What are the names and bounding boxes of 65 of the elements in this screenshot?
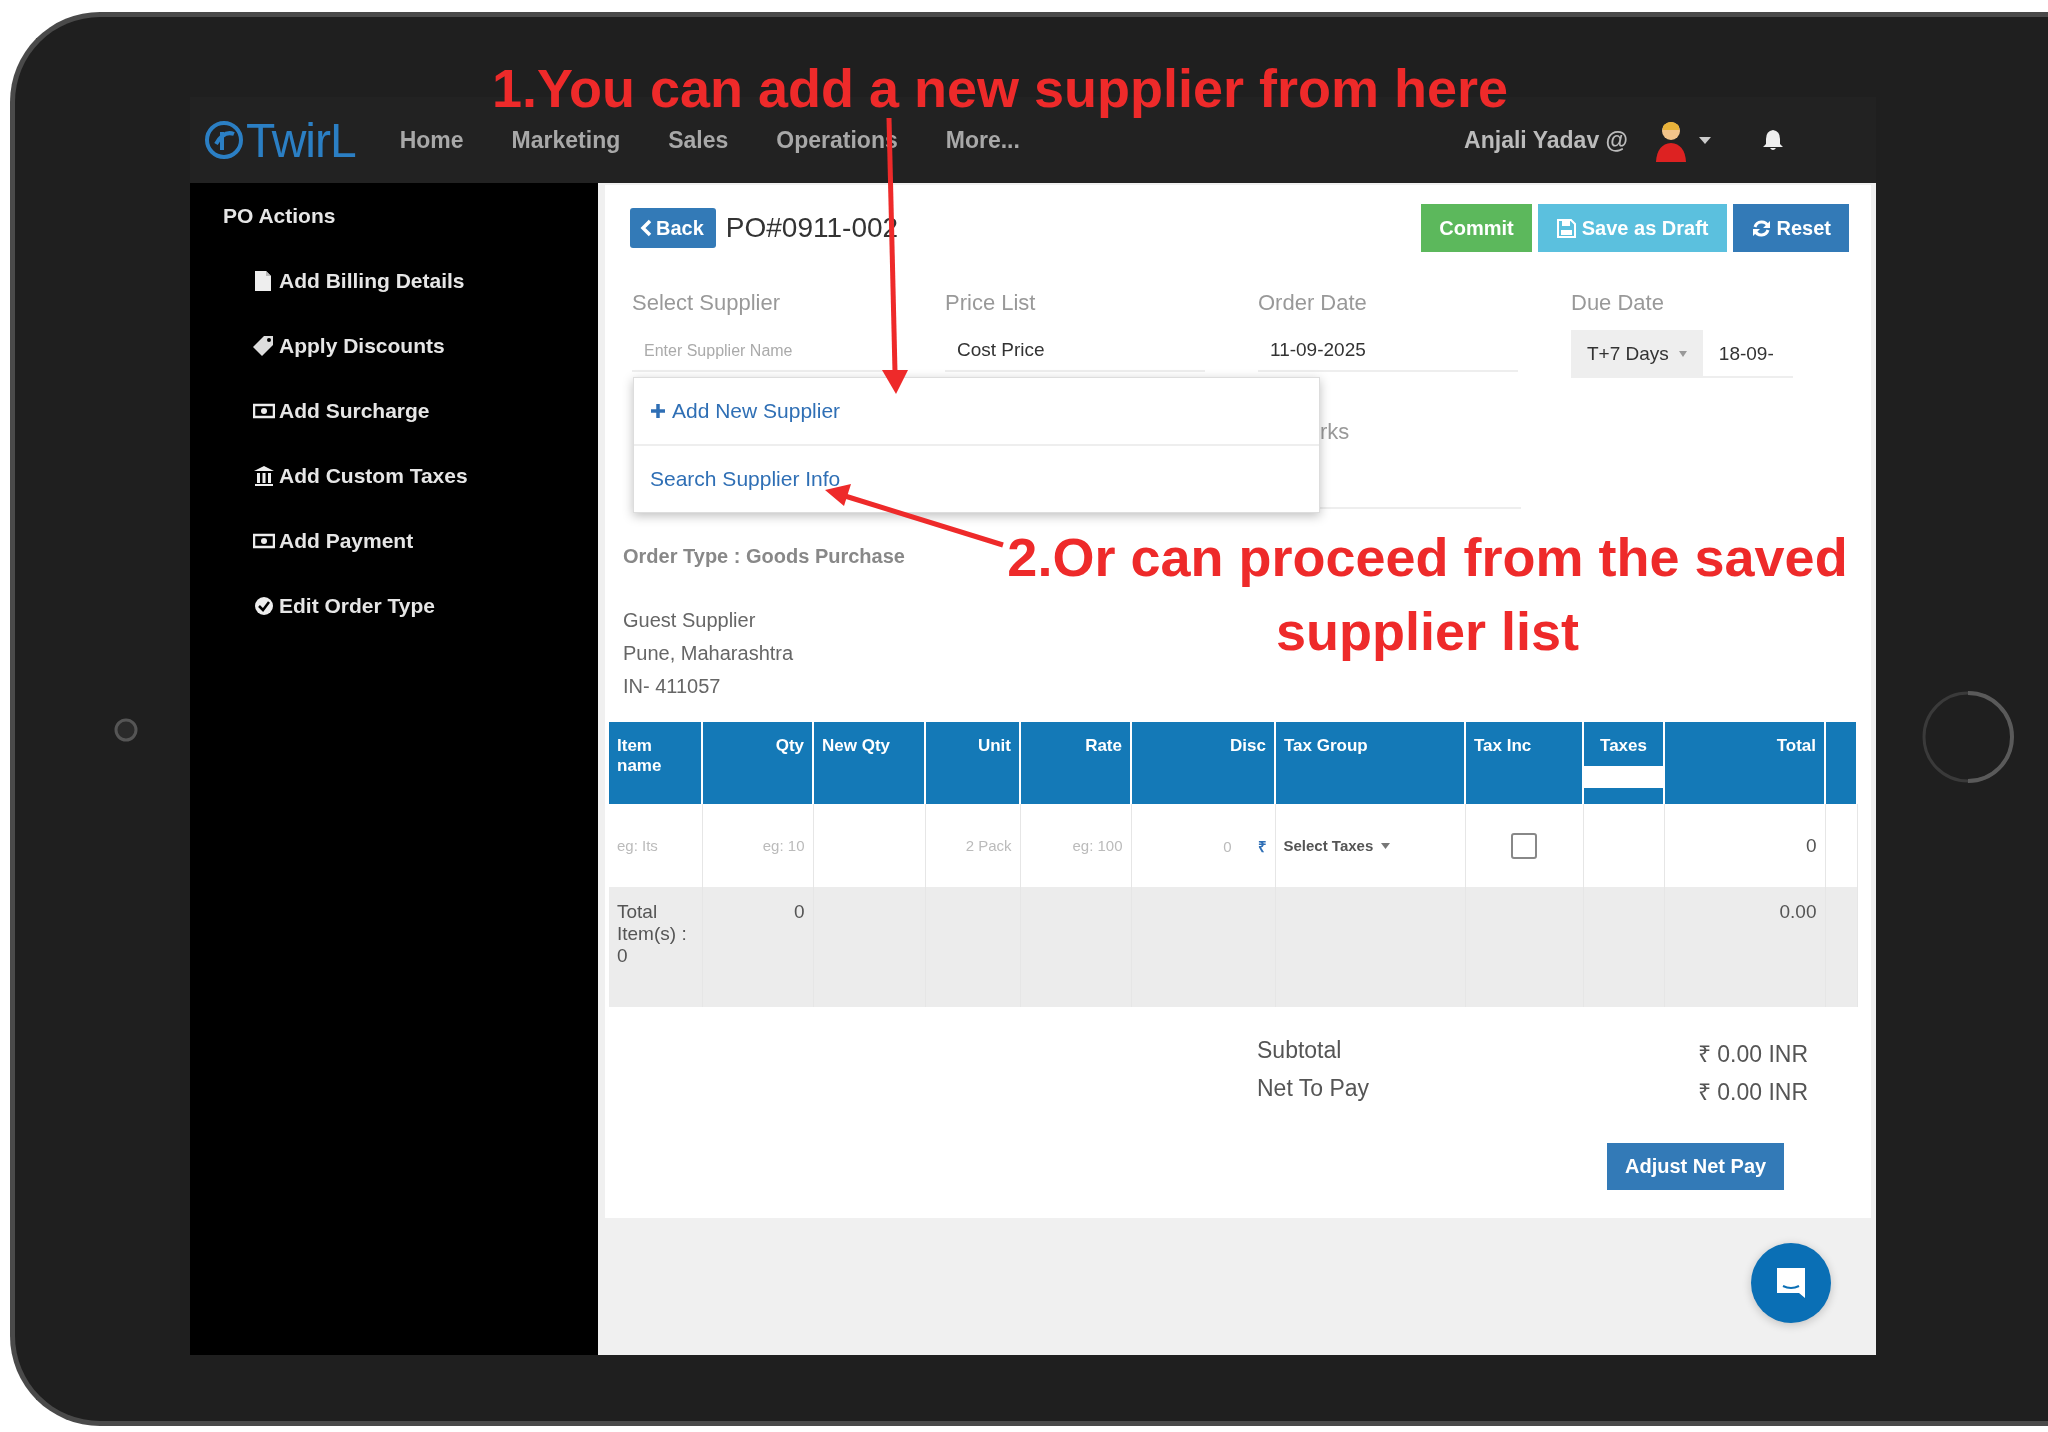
reset-button[interactable]: Reset [1732, 204, 1849, 252]
summary-value: ₹ 0.00 INR [1697, 1078, 1808, 1107]
bell-icon[interactable] [1762, 128, 1784, 152]
tag-icon [253, 334, 275, 357]
summary-value: ₹ 0.00 INR [1697, 1040, 1808, 1069]
address-line: IN- 411057 [623, 674, 721, 699]
caret-icon[interactable] [1698, 135, 1712, 145]
nav-link[interactable]: Sales [668, 126, 729, 154]
menu-item[interactable]: Search Supplier Info [634, 446, 841, 512]
field-label: Select Supplier [632, 290, 780, 316]
column-header: New Qty [813, 722, 925, 804]
sidebar-title: PO Actions [223, 204, 337, 228]
nav-link[interactable]: More... [945, 126, 1020, 154]
chevron-left-icon [640, 219, 652, 237]
column-header: Tax Inc [1465, 722, 1583, 804]
check-circle-icon [253, 594, 275, 617]
caret-icon [1678, 351, 1687, 357]
nav-link[interactable]: Marketing [511, 126, 621, 154]
sidebar-item[interactable]: Edit Order Type [253, 573, 435, 638]
chat-button[interactable] [1751, 1243, 1831, 1323]
column-header: Disc [1131, 722, 1275, 804]
table-cell: Total Item(s) : 0 [609, 887, 702, 1007]
camera-icon [113, 717, 139, 743]
caret-icon [1381, 842, 1391, 849]
address-line: Guest Supplier [623, 608, 756, 633]
summary-label: Subtotal [1257, 1037, 1342, 1065]
column-header: Item name [609, 722, 702, 804]
order-type: Order Type : Goods Purchase [623, 545, 905, 568]
column-header: Rate [1020, 722, 1131, 804]
column-header: Taxes [1583, 722, 1664, 804]
column-header: Qty [702, 722, 813, 804]
home-button[interactable] [1920, 689, 2016, 785]
discount-field[interactable]: 0 ₹ [1131, 804, 1275, 887]
table-cell: 0 [702, 887, 813, 1007]
sidebar-item[interactable]: Add Billing Details [253, 248, 465, 313]
adjust-net-pay-button[interactable]: Adjust Net Pay [1607, 1143, 1785, 1190]
checkbox[interactable] [1511, 832, 1537, 859]
annotation-text: 2.Or can proceed from the saved supplier list [1006, 526, 1849, 663]
field-label: Price List [945, 290, 1036, 316]
column-header: Tax Group [1275, 722, 1465, 804]
sidebar-item[interactable]: Add Surcharge [253, 378, 430, 443]
logo-icon[interactable] [204, 120, 244, 160]
summary-label: Net To Pay [1257, 1075, 1370, 1103]
field-label: rks [1319, 419, 1350, 445]
sidebar-item[interactable]: Apply Discounts [253, 313, 445, 378]
annotation-text: 1.You can add a new supplier from here [490, 58, 1510, 118]
table-cell: 0 [1664, 804, 1825, 887]
plus-icon [650, 403, 666, 419]
logo-text[interactable]: TwirL [246, 112, 356, 168]
field-label: Order Date [1258, 290, 1367, 316]
nav-link[interactable]: Home [399, 126, 464, 154]
address-line: Pune, Maharashtra [623, 641, 794, 666]
tax-select[interactable]: Select Taxes [1283, 837, 1391, 854]
date-field[interactable]: 18-09- [1702, 330, 1793, 378]
back-button[interactable]: Back [630, 208, 716, 248]
field-label: Due Date [1571, 290, 1664, 316]
sidebar-item[interactable]: Add Payment [253, 508, 414, 573]
column-header: Total [1664, 722, 1825, 804]
table-cell: 0.00 [1664, 887, 1825, 1007]
due-terms-select[interactable]: T+7 Days [1571, 330, 1703, 378]
user-name[interactable]: Anjali Yadav @ [1464, 126, 1628, 154]
sidebar-item[interactable]: Add Custom Taxes [253, 443, 468, 508]
menu-item[interactable]: Add New Supplier [634, 378, 841, 444]
column-header: Unit [925, 722, 1020, 804]
bank-building-icon [253, 464, 275, 487]
